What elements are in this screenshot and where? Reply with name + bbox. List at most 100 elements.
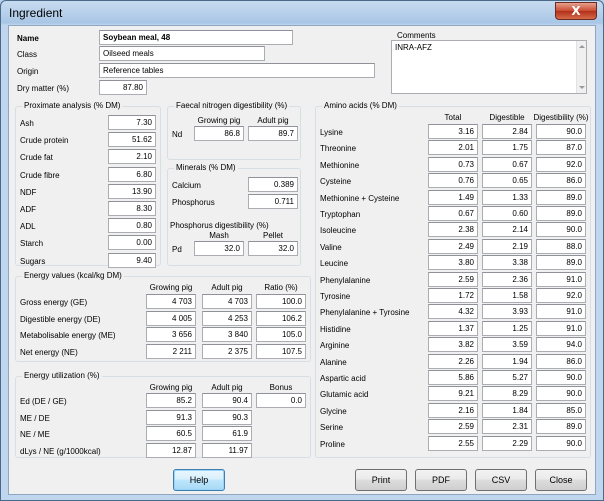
proximate-value-field[interactable]: 2.10 <box>108 149 156 165</box>
amino-total-field[interactable]: 2.55 <box>428 435 478 451</box>
amino-total-field[interactable]: 0.73 <box>428 156 478 172</box>
energy-ratio-field[interactable]: 105.0 <box>256 327 306 342</box>
name-field[interactable]: Soybean meal, 48 <box>99 30 293 45</box>
amino-digestible-field[interactable]: 1.33 <box>482 189 532 205</box>
energy-adult-field[interactable]: 2 375 <box>202 343 252 359</box>
energy-adult-field[interactable]: 4 703 <box>202 294 252 309</box>
scroll-down-icon[interactable] <box>579 86 585 89</box>
energy-adult-field[interactable]: 4 253 <box>202 310 252 326</box>
amino-digestible-field[interactable]: 1.84 <box>482 402 532 418</box>
proximate-value-field[interactable]: 7.30 <box>108 115 156 130</box>
title-bar[interactable]: Ingredient X <box>1 1 603 25</box>
util-adult-field[interactable]: 90.3 <box>202 409 252 425</box>
util-growing-field[interactable]: 91.3 <box>146 409 196 425</box>
util-growing-field[interactable]: 85.2 <box>146 393 196 408</box>
help-button[interactable]: Help <box>173 469 225 491</box>
faecal-adult-field[interactable]: 89.7 <box>248 126 298 141</box>
util-growing-field[interactable]: 60.5 <box>146 426 196 441</box>
amino-digestible-field[interactable]: 1.75 <box>482 140 532 156</box>
energy-ratio-field[interactable]: 106.2 <box>256 310 306 326</box>
amino-total-field[interactable]: 2.16 <box>428 402 478 418</box>
amino-digestibility-field[interactable]: 90.0 <box>536 124 586 139</box>
proximate-value-field[interactable]: 51.62 <box>108 132 156 148</box>
amino-digestible-field[interactable]: 2.31 <box>482 419 532 435</box>
amino-digestible-field[interactable]: 0.65 <box>482 173 532 189</box>
faecal-growing-field[interactable]: 86.8 <box>194 126 244 141</box>
energy-ratio-field[interactable]: 107.5 <box>256 343 306 359</box>
close-button[interactable]: Close <box>535 469 587 491</box>
proximate-value-field[interactable]: 9.40 <box>108 252 156 268</box>
util-bonus-field[interactable]: 0.0 <box>256 393 306 408</box>
amino-total-field[interactable]: 3.82 <box>428 337 478 353</box>
phos-pellet-field[interactable]: 32.0 <box>248 241 298 256</box>
amino-digestible-field[interactable]: 2.29 <box>482 435 532 451</box>
phos-mash-field[interactable]: 32.0 <box>194 241 244 256</box>
proximate-value-field[interactable]: 8.30 <box>108 201 156 216</box>
energy-growing-field[interactable]: 2 211 <box>146 343 196 359</box>
amino-digestibility-field[interactable]: 91.0 <box>536 320 586 336</box>
csv-button[interactable]: CSV <box>475 469 527 491</box>
amino-total-field[interactable]: 3.16 <box>428 124 478 139</box>
proximate-value-field[interactable]: 13.90 <box>108 183 156 199</box>
amino-digestibility-field[interactable]: 92.0 <box>536 156 586 172</box>
amino-digestibility-field[interactable]: 88.0 <box>536 238 586 254</box>
amino-digestibility-field[interactable]: 89.0 <box>536 419 586 435</box>
amino-digestible-field[interactable]: 5.27 <box>482 370 532 385</box>
amino-digestibility-field[interactable]: 89.0 <box>536 255 586 271</box>
dry-matter-field[interactable]: 87.80 <box>99 80 147 95</box>
amino-digestibility-field[interactable]: 89.0 <box>536 206 586 221</box>
amino-total-field[interactable]: 1.49 <box>428 189 478 205</box>
amino-digestible-field[interactable]: 3.59 <box>482 337 532 353</box>
amino-digestibility-field[interactable]: 86.0 <box>536 173 586 189</box>
amino-digestible-field[interactable]: 8.29 <box>482 386 532 402</box>
energy-ratio-field[interactable]: 100.0 <box>256 294 306 309</box>
amino-total-field[interactable]: 2.26 <box>428 353 478 369</box>
util-growing-field[interactable]: 12.87 <box>146 442 196 458</box>
amino-digestibility-field[interactable]: 91.0 <box>536 304 586 320</box>
scroll-up-icon[interactable] <box>579 45 585 48</box>
amino-digestibility-field[interactable]: 90.0 <box>536 435 586 451</box>
amino-total-field[interactable]: 2.38 <box>428 222 478 238</box>
amino-digestible-field[interactable]: 3.93 <box>482 304 532 320</box>
amino-digestible-field[interactable]: 1.25 <box>482 320 532 336</box>
energy-adult-field[interactable]: 3 840 <box>202 327 252 342</box>
amino-digestible-field[interactable]: 2.19 <box>482 238 532 254</box>
amino-total-field[interactable]: 1.37 <box>428 320 478 336</box>
class-field[interactable]: Oilseed meals <box>99 46 265 61</box>
energy-growing-field[interactable]: 4 005 <box>146 310 196 326</box>
amino-total-field[interactable]: 9.21 <box>428 386 478 402</box>
amino-total-field[interactable]: 2.49 <box>428 238 478 254</box>
amino-total-field[interactable]: 2.01 <box>428 140 478 156</box>
origin-field[interactable]: Reference tables <box>99 63 375 78</box>
calcium-field[interactable]: 0.389 <box>248 177 298 192</box>
window-close-button[interactable]: X <box>555 2 597 20</box>
amino-digestibility-field[interactable]: 85.0 <box>536 402 586 418</box>
amino-total-field[interactable]: 2.59 <box>428 271 478 287</box>
amino-total-field[interactable]: 0.76 <box>428 173 478 189</box>
amino-digestible-field[interactable]: 2.84 <box>482 124 532 139</box>
comments-scrollbar[interactable] <box>576 41 586 93</box>
amino-total-field[interactable]: 0.67 <box>428 206 478 221</box>
amino-digestibility-field[interactable]: 90.0 <box>536 386 586 402</box>
amino-digestible-field[interactable]: 2.14 <box>482 222 532 238</box>
amino-digestibility-field[interactable]: 90.0 <box>536 370 586 385</box>
amino-digestibility-field[interactable]: 86.0 <box>536 353 586 369</box>
amino-digestibility-field[interactable]: 87.0 <box>536 140 586 156</box>
amino-total-field[interactable]: 4.32 <box>428 304 478 320</box>
amino-digestible-field[interactable]: 1.94 <box>482 353 532 369</box>
energy-growing-field[interactable]: 4 703 <box>146 294 196 309</box>
amino-digestible-field[interactable]: 0.60 <box>482 206 532 221</box>
amino-digestibility-field[interactable]: 91.0 <box>536 271 586 287</box>
amino-digestible-field[interactable]: 0.67 <box>482 156 532 172</box>
amino-digestible-field[interactable]: 3.38 <box>482 255 532 271</box>
phosphorus-field[interactable]: 0.711 <box>248 194 298 209</box>
proximate-value-field[interactable]: 6.80 <box>108 166 156 182</box>
pdf-button[interactable]: PDF <box>415 469 467 491</box>
comments-field[interactable]: INRA-AFZ <box>391 40 587 94</box>
print-button[interactable]: Print <box>355 469 407 491</box>
amino-digestibility-field[interactable]: 89.0 <box>536 189 586 205</box>
amino-total-field[interactable]: 1.72 <box>428 288 478 303</box>
proximate-value-field[interactable]: 0.80 <box>108 218 156 234</box>
amino-digestible-field[interactable]: 2.36 <box>482 271 532 287</box>
amino-digestible-field[interactable]: 1.58 <box>482 288 532 303</box>
